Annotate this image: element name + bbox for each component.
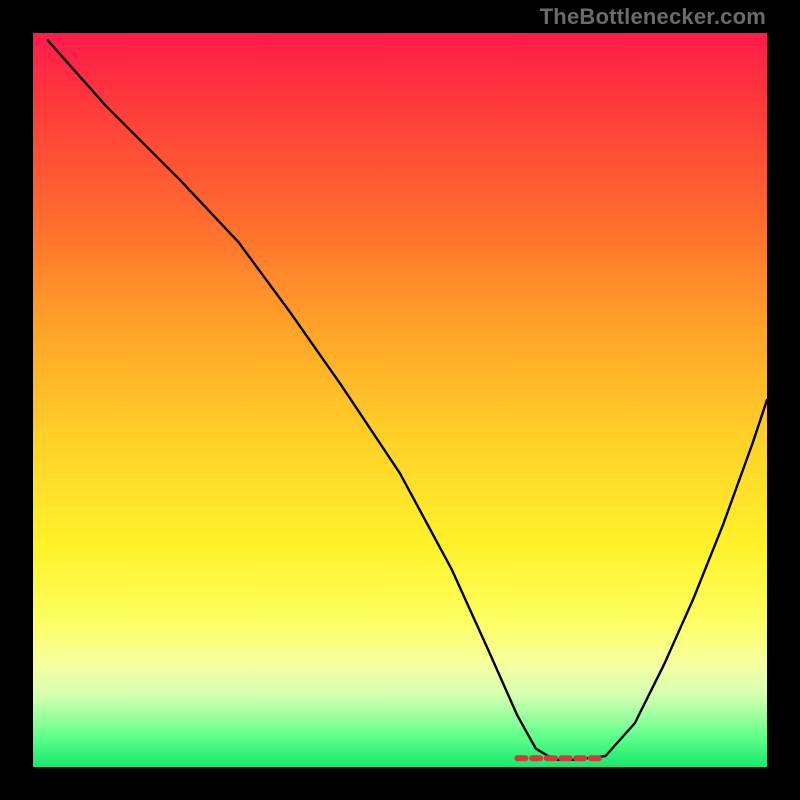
chart-svg — [33, 33, 767, 767]
watermark-text: TheBottlenecker.com — [540, 4, 766, 30]
chart-container: TheBottlenecker.com — [0, 0, 800, 800]
plot-area — [33, 33, 767, 767]
curve-path — [48, 40, 767, 759]
